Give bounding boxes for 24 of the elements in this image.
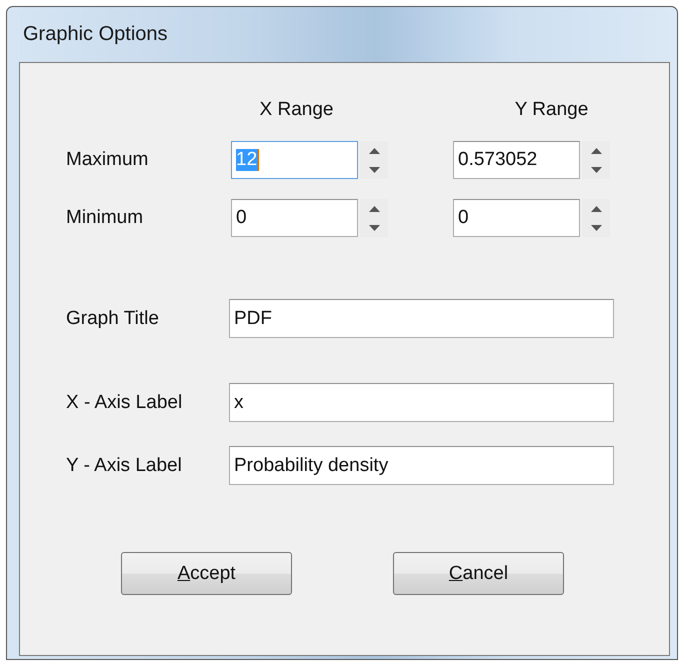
text-field[interactable]: Probability density xyxy=(229,446,614,485)
up-arrow-icon xyxy=(368,148,380,154)
dialog-button[interactable]: Cancel xyxy=(393,552,564,595)
up-arrow-icon xyxy=(368,206,380,212)
text-field[interactable]: x xyxy=(229,383,614,422)
down-arrow-icon xyxy=(368,166,380,172)
column-header: X Range xyxy=(258,99,334,121)
down-arrow-icon xyxy=(368,224,380,230)
up-arrow-icon xyxy=(590,206,602,212)
number-field[interactable]: 0 xyxy=(231,199,358,237)
down-arrow-icon xyxy=(590,166,602,172)
field-label: Minimum xyxy=(66,207,144,229)
up-arrow-icon xyxy=(590,148,602,154)
column-header: Y Range xyxy=(514,99,590,121)
dialog-button[interactable]: Accept xyxy=(121,552,292,595)
field-label: Maximum xyxy=(66,149,150,171)
field-label: Graph Title xyxy=(66,308,160,330)
field-label: X - Axis Label xyxy=(66,392,184,414)
number-field[interactable]: 0 xyxy=(453,199,580,237)
down-arrow-icon xyxy=(590,224,602,230)
text-field[interactable]: PDF xyxy=(229,299,614,338)
number-field[interactable]: 0.573052 xyxy=(453,141,580,179)
window-title: Graphic Options xyxy=(23,23,168,46)
field-label: Y - Axis Label xyxy=(66,454,183,476)
